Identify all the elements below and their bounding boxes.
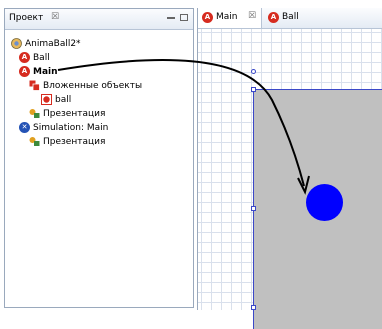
resize-handle[interactable]: [251, 87, 256, 92]
project-panel: Проект ☒ AnimaBall2* A Ball A Main Вложе…: [4, 8, 194, 308]
rotation-handle[interactable]: [251, 69, 256, 74]
graphical-editor-canvas[interactable]: [198, 29, 382, 329]
tree-item-label: Вложенные объекты: [43, 81, 143, 91]
agent-instance-icon: [41, 94, 52, 105]
tab-main[interactable]: A Main ☒: [198, 8, 262, 28]
presentation-icon: [29, 108, 40, 119]
agent-class-icon: A: [19, 52, 30, 63]
resize-handle[interactable]: [251, 305, 256, 310]
tree-item-label: AnimaBall2*: [25, 39, 81, 49]
resize-handle[interactable]: [251, 206, 256, 211]
project-tab-close-icon[interactable]: ☒: [51, 12, 59, 22]
editor-tab-bar: A Main ☒ A Ball: [198, 8, 382, 29]
agent-class-icon: A: [268, 12, 279, 23]
project-icon: [11, 38, 22, 49]
minimize-icon[interactable]: [167, 17, 175, 21]
tree-item-label: Презентация: [43, 109, 106, 119]
project-panel-header: Проект ☒: [5, 9, 193, 30]
agent-class-icon: A: [202, 12, 213, 23]
ball-shape[interactable]: [306, 184, 343, 221]
project-tab-label[interactable]: Проект: [9, 13, 43, 23]
tree-item-label: ball: [55, 95, 72, 105]
maximize-icon[interactable]: [180, 14, 188, 21]
tab-ball[interactable]: A Ball: [264, 8, 314, 28]
tab-main-close-icon[interactable]: ☒: [248, 11, 256, 21]
presentation-icon: [29, 136, 40, 147]
tree-item-label: Ball: [33, 53, 50, 63]
tree-item-label: Main: [33, 67, 58, 77]
agent-class-icon: A: [19, 66, 30, 77]
tab-ball-label: Ball: [282, 12, 299, 22]
tree-item-label: Simulation: Main: [33, 123, 109, 133]
editor-panel: A Main ☒ A Ball: [197, 8, 382, 329]
embedded-objects-icon: [29, 80, 40, 91]
experiment-icon: ✕: [19, 122, 30, 133]
tab-main-label: Main: [216, 12, 238, 22]
tree-item-label: Презентация: [43, 137, 106, 147]
